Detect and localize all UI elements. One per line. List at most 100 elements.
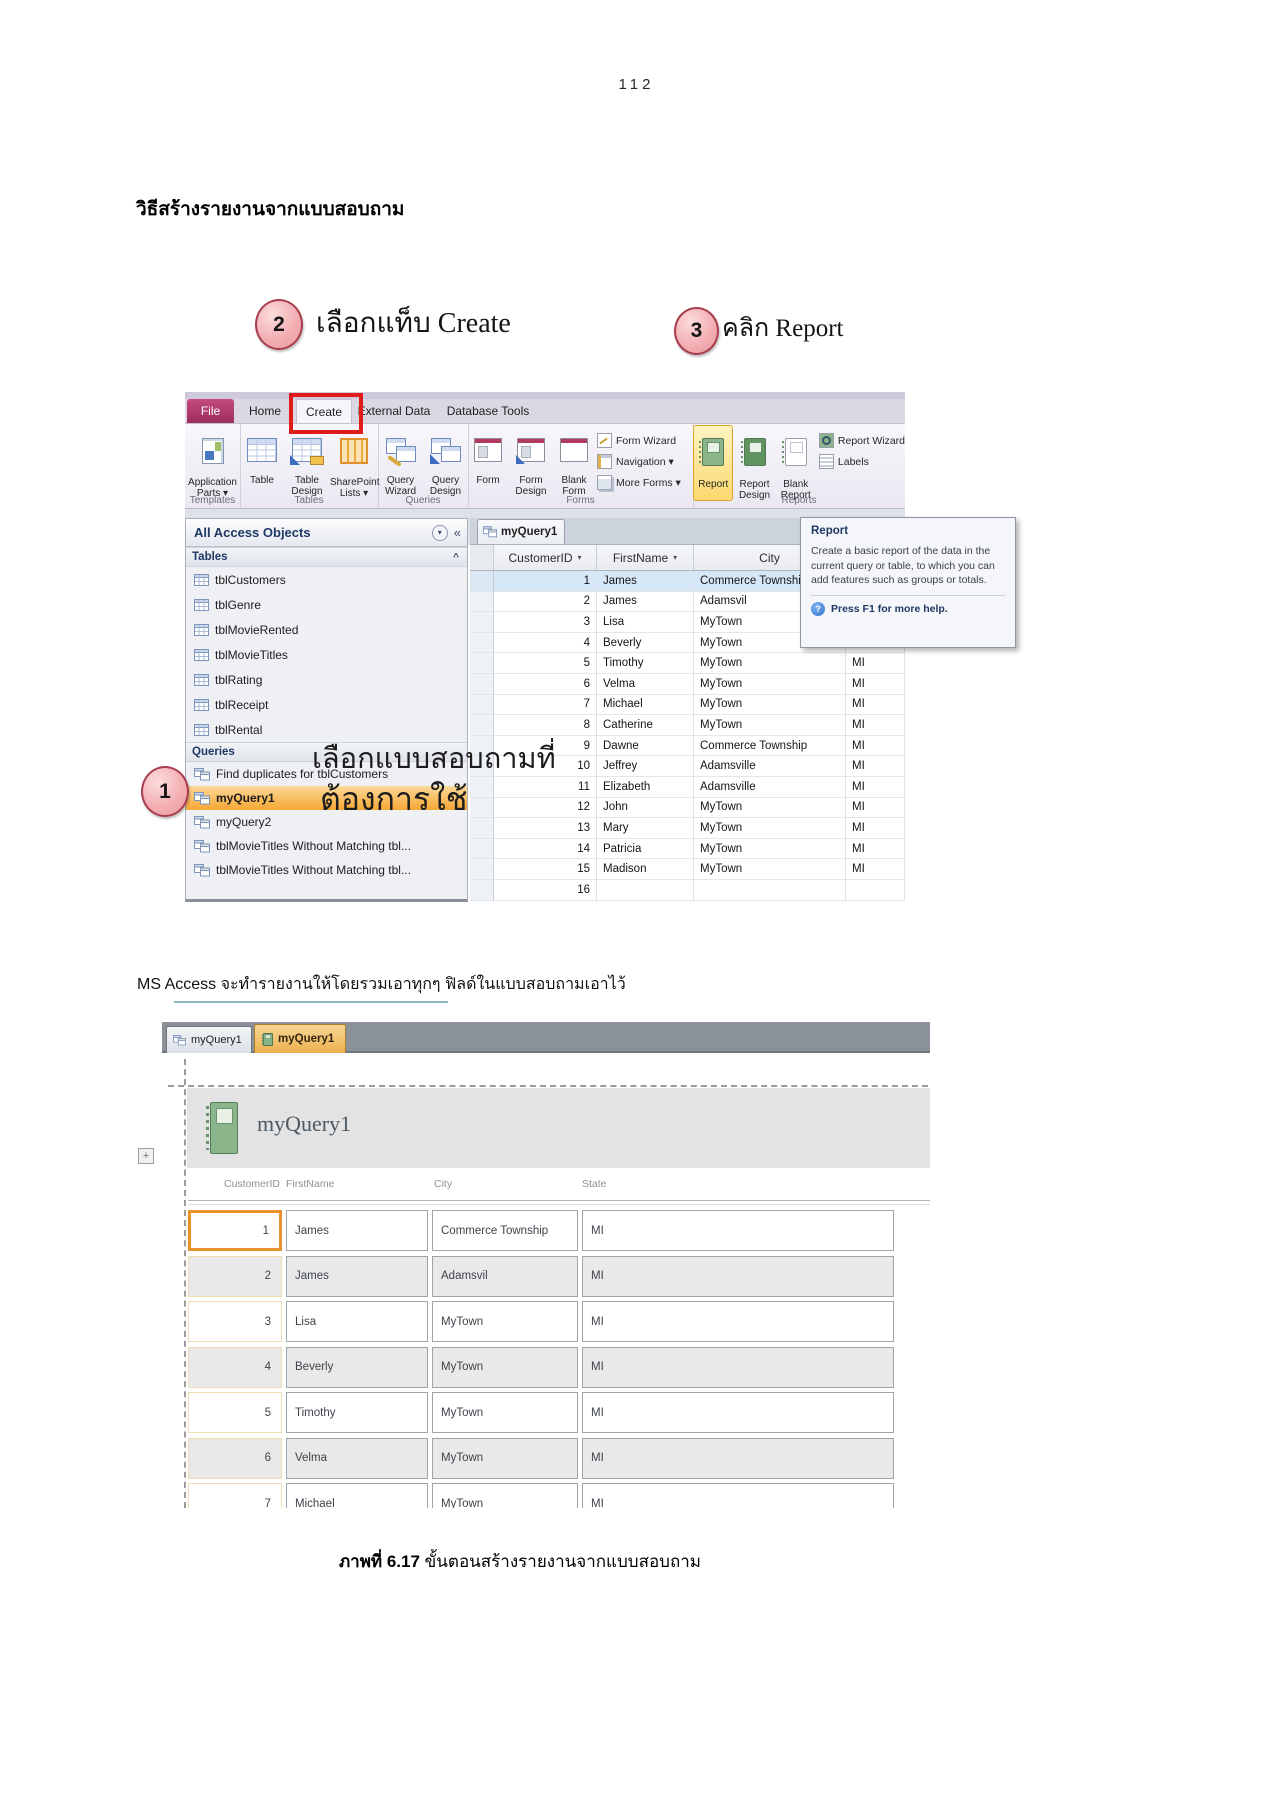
cell-customerid[interactable]: 2 — [494, 591, 597, 613]
sidebar-item-table[interactable]: tblRating — [186, 667, 467, 692]
cell-state[interactable] — [846, 879, 905, 901]
report-cell-state[interactable]: MI — [582, 1437, 894, 1479]
cell-state[interactable]: MI — [846, 694, 905, 716]
table-button[interactable]: Table — [240, 426, 284, 499]
sidebar-item-query[interactable]: tblMovieTitles Without Matching tbl... — [186, 834, 467, 858]
query-wizard-button[interactable]: Query Wizard — [378, 426, 423, 497]
chevron-down-icon[interactable]: ▾ — [578, 553, 582, 562]
report-cell-city[interactable]: MyTown — [432, 1301, 578, 1342]
report-cell-city[interactable]: MyTown — [432, 1346, 578, 1388]
cell-customerid[interactable]: 15 — [494, 859, 597, 880]
report-title[interactable]: myQuery1 — [257, 1111, 351, 1137]
report-wizard-button[interactable]: Report Wizard — [818, 430, 905, 451]
cell-state[interactable]: MI — [846, 838, 905, 860]
cell-firstname[interactable]: James — [597, 571, 694, 592]
report-cell-customerid[interactable]: 5 — [188, 1392, 282, 1433]
labels-button[interactable]: Labels — [818, 451, 905, 472]
report-cell-firstname[interactable]: Velma — [286, 1437, 428, 1479]
report-logo-icon[interactable] — [206, 1102, 238, 1154]
blank-report-button[interactable]: Blank Report — [776, 426, 816, 501]
report-cell-state[interactable]: MI — [582, 1255, 894, 1297]
cell-customerid[interactable]: 6 — [494, 673, 597, 695]
cell-customerid[interactable]: 4 — [494, 632, 597, 654]
cell-state[interactable]: MI — [846, 818, 905, 839]
cell-firstname[interactable]: Michael — [597, 694, 694, 716]
cell-state[interactable]: MI — [846, 797, 905, 819]
column-header-firstname[interactable]: FirstName ▾ — [597, 545, 694, 570]
cell-customerid[interactable]: 8 — [494, 715, 597, 736]
cell-firstname[interactable]: Madison — [597, 859, 694, 880]
cell-customerid[interactable]: 5 — [494, 653, 597, 674]
cell-state[interactable]: MI — [846, 673, 905, 695]
table-row[interactable]: 8 Catherine MyTown MI — [470, 715, 905, 736]
row-selector[interactable] — [470, 838, 494, 860]
row-selector[interactable] — [470, 715, 494, 736]
navigation-button[interactable]: Navigation ▾ — [597, 451, 681, 472]
report-cell-state[interactable]: MI — [582, 1210, 894, 1251]
row-selector[interactable] — [470, 632, 494, 654]
layout-move-handle[interactable]: + — [138, 1148, 154, 1164]
cell-firstname[interactable]: Velma — [597, 673, 694, 695]
report-cell-firstname[interactable]: Lisa — [286, 1301, 428, 1342]
nav-menu-icon[interactable]: ▾ — [431, 524, 448, 541]
row-selector[interactable] — [470, 612, 494, 633]
form-design-button[interactable]: Form Design — [508, 426, 554, 497]
cell-city[interactable]: MyTown — [694, 859, 846, 880]
tab-external-data[interactable]: External Data — [354, 399, 434, 423]
sidebar-item-query[interactable]: tblMovieTitles Without Matching tbl... — [186, 858, 467, 882]
report-cell-customerid[interactable]: 1 — [188, 1210, 282, 1251]
table-row[interactable]: 12 John MyTown MI — [470, 797, 905, 819]
report-header-customerid[interactable]: CustomerID — [188, 1178, 280, 1190]
report-cell-firstname[interactable]: James — [286, 1210, 428, 1251]
collapse-pane-icon[interactable]: « — [454, 525, 461, 540]
report-cell-state[interactable]: MI — [582, 1483, 894, 1508]
table-row[interactable]: 5 Timothy MyTown MI — [470, 653, 905, 674]
table-row[interactable]: 15 Madison MyTown MI — [470, 859, 905, 880]
report-cell-city[interactable]: MyTown — [432, 1437, 578, 1479]
cell-state[interactable]: MI — [846, 756, 905, 777]
select-all-corner[interactable] — [470, 545, 494, 570]
query-design-button[interactable]: Query Design — [423, 426, 468, 497]
table-row[interactable]: 6 Velma MyTown MI — [470, 673, 905, 695]
report-cell-city[interactable]: Adamsvil — [432, 1255, 578, 1297]
cell-city[interactable]: MyTown — [694, 838, 846, 860]
tab-file[interactable]: File — [187, 399, 234, 423]
cell-customerid[interactable]: 14 — [494, 838, 597, 860]
report-cell-customerid[interactable]: 3 — [188, 1301, 282, 1342]
row-selector[interactable] — [470, 797, 494, 819]
cell-city[interactable]: MyTown — [694, 673, 846, 695]
form-wizard-button[interactable]: Form Wizard — [597, 430, 681, 451]
cell-firstname[interactable]: Mary — [597, 818, 694, 839]
blank-form-button[interactable]: Blank Form — [554, 426, 594, 497]
cell-city[interactable]: Commerce Township — [694, 735, 846, 757]
cell-firstname[interactable]: Patricia — [597, 838, 694, 860]
cell-city[interactable]: Adamsville — [694, 776, 846, 798]
application-parts-button[interactable]: Application Parts ▾ — [185, 426, 240, 499]
cell-firstname[interactable]: Elizabeth — [597, 776, 694, 798]
nav-section-tables[interactable]: Tables ^ — [186, 547, 467, 567]
cell-customerid[interactable]: 13 — [494, 818, 597, 839]
nav-pane-header[interactable]: All Access Objects ▾ « — [186, 519, 467, 547]
cell-firstname[interactable]: Lisa — [597, 612, 694, 633]
sidebar-item-table[interactable]: tblCustomers — [186, 567, 467, 592]
row-selector[interactable] — [470, 571, 494, 592]
table-row[interactable]: 7 Michael MyTown MI — [470, 694, 905, 716]
report-cell-firstname[interactable]: Timothy — [286, 1392, 428, 1433]
row-selector[interactable] — [470, 694, 494, 716]
cell-city[interactable]: MyTown — [694, 694, 846, 716]
form-button[interactable]: Form — [468, 426, 508, 497]
cell-firstname[interactable] — [597, 879, 694, 901]
report-cell-state[interactable]: MI — [582, 1392, 894, 1433]
row-selector[interactable] — [470, 591, 494, 613]
report-cell-city[interactable]: MyTown — [432, 1483, 578, 1508]
report-cell-firstname[interactable]: Beverly — [286, 1346, 428, 1388]
sidebar-item-table[interactable]: tblGenre — [186, 592, 467, 617]
report-cell-customerid[interactable]: 7 — [188, 1483, 282, 1508]
cell-city[interactable]: MyTown — [694, 818, 846, 839]
cell-customerid[interactable]: 1 — [494, 571, 597, 592]
report-cell-city[interactable]: Commerce Township — [432, 1210, 578, 1251]
report-cell-customerid[interactable]: 4 — [188, 1346, 282, 1388]
report-design-button[interactable]: Report Design — [733, 426, 775, 501]
cell-state[interactable]: MI — [846, 776, 905, 798]
report-header-city[interactable]: City — [434, 1178, 452, 1190]
